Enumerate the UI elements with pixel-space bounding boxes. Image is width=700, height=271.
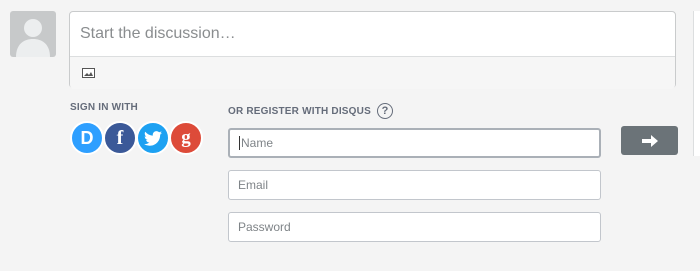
avatar bbox=[10, 11, 56, 57]
name-field[interactable]: Name bbox=[228, 128, 601, 158]
submit-button[interactable] bbox=[621, 126, 678, 155]
help-icon[interactable]: ? bbox=[377, 103, 393, 119]
email-field[interactable]: Email bbox=[228, 170, 601, 200]
arrow-right-icon bbox=[641, 134, 658, 147]
image-icon[interactable] bbox=[82, 68, 95, 78]
twitter-bird-icon bbox=[144, 130, 162, 146]
scrollbar[interactable] bbox=[693, 11, 700, 156]
google-login-button[interactable]: g bbox=[169, 121, 203, 155]
register-label: OR REGISTER WITH DISQUS bbox=[228, 106, 371, 117]
password-field[interactable]: Password bbox=[228, 212, 601, 242]
comment-input[interactable]: Start the discussion… bbox=[70, 12, 675, 57]
disqus-login-button[interactable]: D bbox=[70, 121, 104, 155]
social-login: D f g bbox=[70, 121, 203, 155]
twitter-login-button[interactable] bbox=[136, 121, 170, 155]
facebook-login-button[interactable]: f bbox=[103, 121, 137, 155]
comment-box: Start the discussion… bbox=[69, 11, 676, 89]
avatar-user-icon bbox=[16, 19, 50, 57]
signin-label: SIGN IN WITH bbox=[70, 102, 138, 113]
comment-toolbar bbox=[70, 57, 675, 89]
